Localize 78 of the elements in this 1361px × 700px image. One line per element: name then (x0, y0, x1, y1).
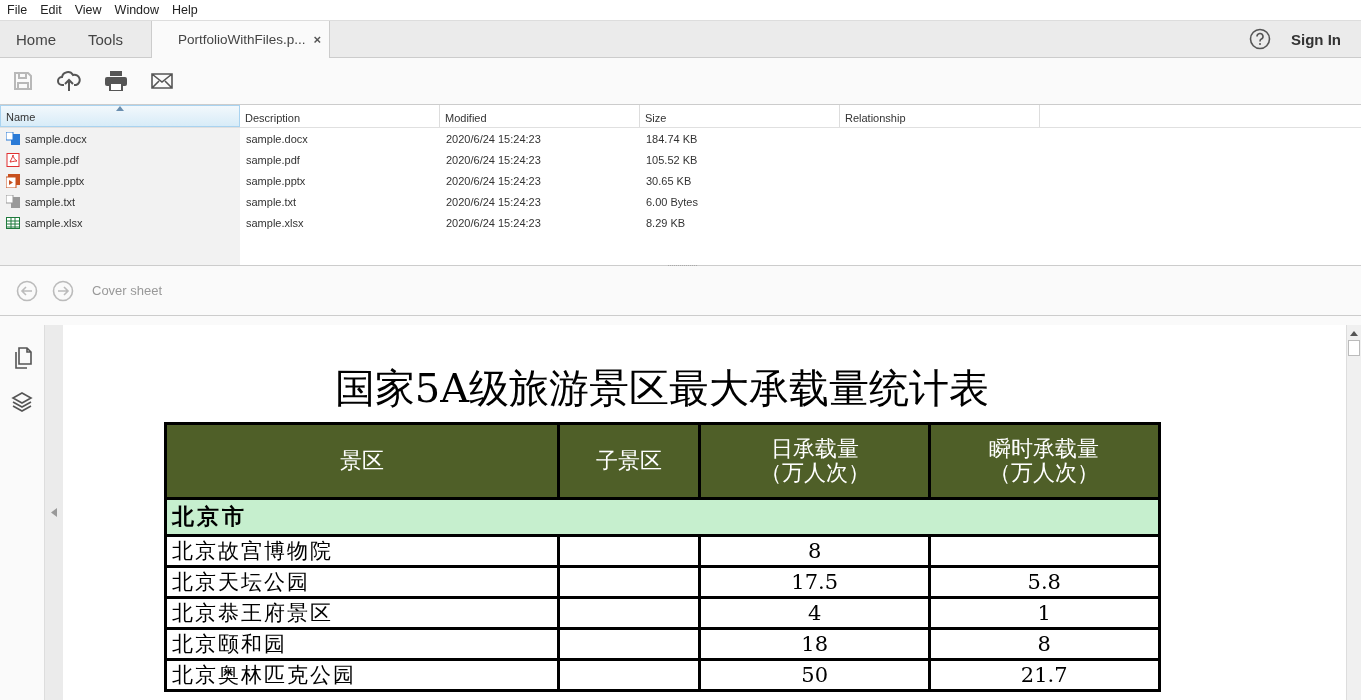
file-name-cell[interactable]: sample.pdf (0, 149, 240, 170)
scroll-up-icon[interactable] (1350, 331, 1358, 336)
table-cell-text: 30.65 KB (645, 174, 693, 187)
table-cell: 5.8 (929, 566, 1159, 598)
file-name-cell[interactable]: sample.txt (0, 191, 240, 212)
file-name: sample.docx (25, 132, 87, 145)
table-cell: 8 (929, 628, 1159, 660)
table-cell: 18 (699, 628, 930, 660)
text-document-icon (6, 194, 20, 209)
table-cell-text: 2020/6/24 15:24:23 (445, 132, 542, 145)
column-header[interactable]: Modified (440, 105, 640, 127)
column-header[interactable]: Name (0, 105, 240, 127)
breadcrumb-label: Cover sheet (92, 283, 163, 298)
file-name: sample.pdf (25, 153, 79, 166)
file-name-cell[interactable]: sample.docx (0, 128, 240, 149)
sign-in-link[interactable]: Sign In (1291, 30, 1341, 48)
header-text: 子景区 (595, 448, 664, 474)
sort-arrow-icon (116, 106, 124, 111)
table-cell-text: 8.29 KB (645, 216, 687, 229)
table-cell: 北京颐和园 (165, 628, 559, 660)
header-text: （万人次） (988, 461, 1101, 486)
table-cell: 21.7 (929, 659, 1159, 691)
scroll-thumb[interactable] (1348, 340, 1360, 356)
tab[interactable]: PortfolioWithFiles.p... × (151, 21, 331, 58)
cloud-upload-icon[interactable] (57, 70, 81, 92)
scrollbar[interactable] (1346, 325, 1361, 700)
table-cell: 北京奥林匹克公园 (165, 659, 559, 691)
table-cell-text: sample.txt (245, 195, 298, 208)
spreadsheet-document-icon (6, 215, 20, 230)
table-cell-text: 2020/6/24 15:24:23 (445, 174, 542, 187)
table-cell-text: sample.pptx (245, 174, 307, 187)
menu-item[interactable]: Window (111, 3, 170, 17)
table-cell: 北京恭王府景区 (165, 597, 559, 629)
mail-icon[interactable] (151, 73, 173, 89)
section-header: 北京市 (165, 498, 1159, 536)
table-cell: 4 (699, 597, 930, 629)
table-cell-text: 105.52 KB (645, 153, 699, 166)
file-name-cell[interactable]: sample.xlsx (0, 212, 240, 233)
file-name: sample.xlsx (25, 216, 83, 229)
close-button[interactable]: × (313, 32, 322, 47)
table-cell: 17.5 (699, 566, 930, 598)
table-cell: 8 (699, 535, 930, 567)
table-cell-text: sample.docx (245, 132, 309, 145)
table-cell-text: 2020/6/24 15:24:23 (445, 216, 542, 229)
table-cell-text: 6.00 Bytes (645, 195, 699, 208)
table-cell-text: 184.74 KB (645, 132, 699, 145)
menu-item[interactable]: Help (169, 3, 208, 17)
menu-item[interactable]: File (4, 3, 38, 17)
layers-icon[interactable] (11, 391, 33, 413)
file-name-cell[interactable]: sample.pptx (0, 170, 240, 191)
header-text: 瞬时承载量 (988, 436, 1101, 461)
table-cell-text: sample.pdf (245, 153, 301, 166)
word-document-icon (6, 131, 20, 146)
file-name: sample.txt (25, 195, 76, 208)
table-cell: 50 (699, 659, 930, 691)
header-text: （万人次） (758, 461, 871, 486)
file-name: sample.pptx (25, 174, 85, 187)
header-text: 日承载量 (769, 436, 860, 461)
document-title: 国家5A级旅游景区最大承载量统计表 (334, 364, 990, 413)
table-cell-text: 2020/6/24 15:24:23 (445, 195, 542, 208)
presentation-document-icon (6, 173, 20, 188)
table-cell-text: 2020/6/24 15:24:23 (445, 153, 542, 166)
column-header[interactable]: Description (240, 105, 440, 127)
table-cell: 北京天坛公园 (165, 566, 559, 598)
menu-item[interactable]: Edit (37, 3, 72, 17)
table-cell: 1 (929, 597, 1159, 629)
help-icon[interactable] (1249, 28, 1271, 50)
header-text: 景区 (338, 448, 385, 474)
tab[interactable]: Tools (72, 21, 140, 57)
print-icon[interactable] (105, 71, 127, 91)
table-cell: 北京故宫博物院 (165, 535, 559, 567)
pages-icon[interactable] (12, 347, 32, 369)
table-cell-text: sample.xlsx (245, 216, 305, 229)
column-header[interactable]: Relationship (840, 105, 1040, 127)
pdf-document-icon (6, 152, 20, 167)
column-header[interactable]: Size (640, 105, 840, 127)
menu-item[interactable]: View (71, 3, 112, 17)
tab[interactable]: Home (0, 21, 72, 57)
